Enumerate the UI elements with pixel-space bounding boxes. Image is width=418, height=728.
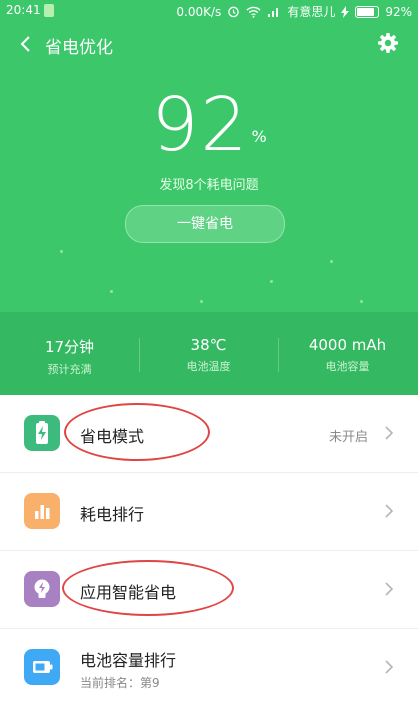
stat-label: 电池温度 — [186, 360, 231, 373]
current-rank: 当前排名：第9 — [80, 676, 160, 690]
chevron-right-icon — [385, 426, 394, 440]
chevron-right-icon — [385, 660, 394, 674]
list-item-label: 耗电排行 — [80, 505, 145, 524]
one-key-save-button[interactable]: 一键省电 — [125, 205, 285, 243]
toolbar: 省电优化 — [0, 26, 418, 62]
stat-temperature: 38℃ 电池温度 — [139, 336, 278, 374]
stat-charge-time: 17分钟 预计充满 — [0, 336, 139, 377]
issues-found: 发现8个耗电问题 — [159, 178, 259, 193]
bar-chart-icon — [24, 493, 60, 529]
page-title: 省电优化 — [45, 38, 113, 58]
list-item-power-ranking[interactable]: 耗电排行 — [0, 473, 418, 551]
status-time: 20:41 — [6, 3, 41, 17]
carrier-name: 有意思儿 — [287, 5, 336, 19]
back-icon[interactable] — [14, 32, 38, 56]
battery-percentage: 92% — [0, 82, 418, 168]
percent-sign: % — [251, 127, 267, 146]
gear-icon[interactable] — [376, 31, 400, 55]
battery-stats: 17分钟 预计充满 38℃ 电池温度 4000 mAh 电池容量 — [0, 312, 418, 395]
battery-bolt-icon — [24, 415, 60, 451]
stat-value: 17分钟 — [44, 338, 95, 356]
status-bar: 20:41 0.00K/s 有意思儿 92% — [0, 0, 418, 22]
battery-level-icon — [355, 5, 380, 18]
charging-icon — [341, 5, 350, 18]
list-item-battery-capacity-ranking[interactable]: 电池容量排行 当前排名：第9 — [0, 629, 418, 706]
bulb-bolt-icon — [24, 571, 60, 607]
notification-icon — [44, 4, 54, 17]
wifi-icon — [246, 6, 261, 18]
stat-label: 预计充满 — [47, 363, 92, 376]
status-value: 未开启 — [328, 430, 368, 445]
stat-value: 4000 mAh — [308, 336, 387, 354]
net-speed: 0.00K/s — [176, 4, 222, 19]
signal-icon — [268, 8, 279, 17]
battery-percent-status: 92% — [385, 4, 412, 19]
chevron-right-icon — [385, 504, 394, 518]
stat-label: 电池容量 — [325, 360, 370, 373]
chevron-right-icon — [385, 582, 394, 596]
stat-value: 38℃ — [190, 336, 227, 354]
battery-icon — [24, 649, 60, 685]
alarm-icon — [228, 6, 240, 18]
options-list: 省电模式 未开启 耗电排行 应用智能省电 电池容量排行 当前排名：第9 — [0, 395, 418, 706]
list-item-label: 电池容量排行 — [80, 651, 177, 670]
annotation-circle — [64, 403, 210, 461]
annotation-circle — [62, 560, 234, 616]
battery-header: 20:41 0.00K/s 有意思儿 92% 省电优化 92 % 发现8个耗电问… — [0, 0, 418, 395]
battery-percent-value: 92 — [151, 82, 250, 168]
stat-capacity: 4000 mAh 电池容量 — [278, 336, 417, 374]
